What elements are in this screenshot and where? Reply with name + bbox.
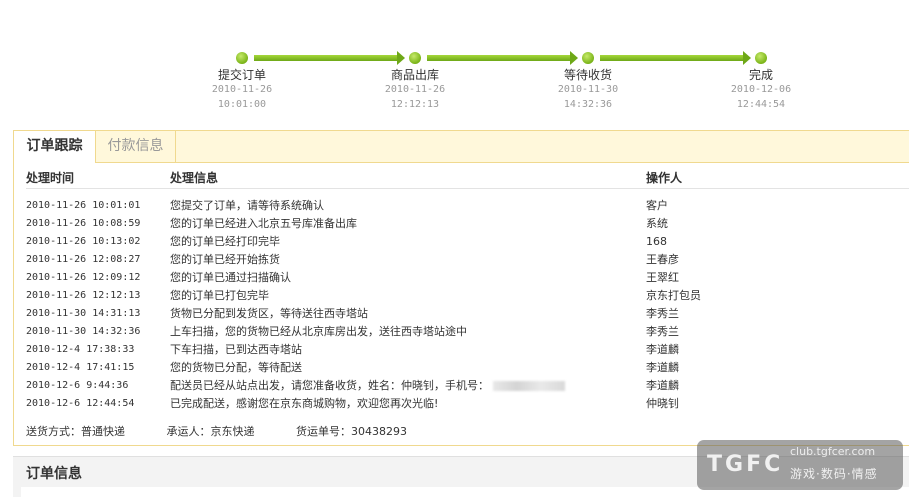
table-row: 2010-11-30 14:32:36 上车扫描，您的货物已经从北京库房出发，送… <box>26 323 906 341</box>
row-time: 2010-11-26 12:08:27 <box>26 254 141 265</box>
step-date: 2010-12-06 <box>730 84 792 95</box>
table-row: 2010-11-26 12:08:27 您的订单已经开始拣货 王春彦 <box>26 251 906 269</box>
row-operator: 系统 <box>646 217 668 230</box>
row-info: 您提交了订单，请等待系统确认 <box>170 199 324 212</box>
step-label: 商品出库 <box>390 68 439 82</box>
row-info: 您的订单已通过扫描确认 <box>170 271 291 284</box>
column-header-time: 处理时间 <box>26 171 75 185</box>
watermark-tagline: 游戏·数码·情感 <box>790 467 878 481</box>
row-time: 2010-11-26 12:09:12 <box>26 272 141 283</box>
row-time: 2010-11-30 14:31:13 <box>26 308 141 319</box>
row-info: 货物已分配到发货区，等待送往西寺塔站 <box>170 307 368 320</box>
tracking-number: 货运单号：30438293 <box>296 425 407 438</box>
tab-order-tracking[interactable]: 订单跟踪 <box>14 131 96 163</box>
row-time: 2010-11-26 10:13:02 <box>26 236 141 247</box>
row-info: 配送员已经从站点出发，请您准备收货，姓名：仲晓钊，手机号： <box>170 377 565 395</box>
step-label: 完成 <box>748 68 773 82</box>
step-label: 提交订单 <box>217 68 266 82</box>
watermark-site: club.tgfcer.com <box>790 445 876 458</box>
row-info: 您的订单已打包完毕 <box>170 289 269 302</box>
table-row: 2010-11-26 10:08:59 您的订单已经进入北京五号库准备出库 系统 <box>26 215 906 233</box>
table-row: 2010-12-6 12:44:54 已完成配送，感谢您在京东商城购物，欢迎您再… <box>26 395 906 413</box>
site-watermark: TGFC club.tgfcer.com 游戏·数码·情感 <box>697 440 903 490</box>
row-operator: 李道麟 <box>646 361 679 374</box>
shipping-method: 送货方式：普通快递 <box>26 425 125 438</box>
row-operator: 李道麟 <box>646 379 679 392</box>
step-dot-icon <box>236 52 248 64</box>
row-time: 2010-12-4 17:41:15 <box>26 362 135 373</box>
table-row: 2010-12-6 9:44:36 配送员已经从站点出发，请您准备收货，姓名：仲… <box>26 377 906 395</box>
table-row: 2010-11-26 10:01:01 您提交了订单，请等待系统确认 客户 <box>26 197 906 215</box>
step-time: 10:01:00 <box>217 99 267 110</box>
step-date: 2010-11-26 <box>384 84 446 95</box>
shipping-carrier: 承运人：京东快递 <box>166 425 255 438</box>
header-divider <box>26 188 909 189</box>
column-header-operator: 操作人 <box>646 171 683 185</box>
row-time: 2010-11-26 10:08:59 <box>26 218 141 229</box>
row-info: 您的订单已经进入北京五号库准备出库 <box>170 217 357 230</box>
row-time: 2010-12-6 9:44:36 <box>26 380 129 391</box>
row-operator: 客户 <box>646 199 668 212</box>
row-operator: 李道麟 <box>646 343 679 356</box>
step-time: 12:12:13 <box>390 99 440 110</box>
step-time: 12:44:54 <box>736 99 786 110</box>
row-operator: 王春彦 <box>646 253 679 266</box>
row-operator: 168 <box>646 235 667 248</box>
table-row: 2010-12-4 17:41:15 您的货物已分配，等待配送 李道麟 <box>26 359 906 377</box>
order-progress: 提交订单 2010-11-26 10:01:00 商品出库 2010-11-26… <box>0 0 909 120</box>
row-time: 2010-12-4 17:38:33 <box>26 344 135 355</box>
row-operator: 王翠红 <box>646 271 679 284</box>
row-time: 2010-11-30 14:32:36 <box>26 326 141 337</box>
progress-bar-2 <box>427 51 578 65</box>
step-label: 等待收货 <box>563 68 612 82</box>
table-row: 2010-11-30 14:31:13 货物已分配到发货区，等待送往西寺塔站 李… <box>26 305 906 323</box>
tgfc-logo: TGFC <box>707 452 784 477</box>
row-info: 上车扫描，您的货物已经从北京库房出发，送往西寺塔站途中 <box>170 325 467 338</box>
shipping-summary: 送货方式：普通快递 承运人：京东快递 货运单号：30438293 <box>26 423 445 439</box>
row-operator: 仲晓钊 <box>646 397 679 410</box>
order-info-title: 订单信息 <box>26 466 82 482</box>
table-row: 2010-12-4 17:38:33 下车扫描，已到达西寺塔站 李道麟 <box>26 341 906 359</box>
row-time: 2010-11-26 10:01:01 <box>26 200 141 211</box>
order-tracking-panel: 订单跟踪 付款信息 处理时间 处理信息 操作人 2010-11-26 10:01… <box>13 130 909 446</box>
step-dot-icon <box>582 52 594 64</box>
tab-payment-info[interactable]: 付款信息 <box>96 131 176 162</box>
step-dot-icon <box>409 52 421 64</box>
step-time: 14:32:36 <box>563 99 613 110</box>
row-operator: 京东打包员 <box>646 289 701 302</box>
row-info: 已完成配送，感谢您在京东商城购物，欢迎您再次光临! <box>170 397 439 410</box>
redacted-phone <box>493 381 565 391</box>
table-row: 2010-11-26 12:09:12 您的订单已通过扫描确认 王翠红 <box>26 269 906 287</box>
progress-bar-1 <box>254 51 405 65</box>
row-info: 您的订单已经打印完毕 <box>170 235 280 248</box>
row-time: 2010-11-26 12:12:13 <box>26 290 141 301</box>
progress-bar-3 <box>600 51 751 65</box>
row-info: 下车扫描，已到达西寺塔站 <box>170 343 302 356</box>
step-dot-icon <box>755 52 767 64</box>
row-time: 2010-12-6 12:44:54 <box>26 398 135 409</box>
step-date: 2010-11-30 <box>557 84 619 95</box>
row-operator: 李秀兰 <box>646 325 679 338</box>
row-info-text: 配送员已经从站点出发，请您准备收货，姓名：仲晓钊，手机号： <box>170 379 489 392</box>
column-header-info: 处理信息 <box>170 171 219 185</box>
row-info: 您的订单已经开始拣货 <box>170 253 280 266</box>
table-row: 2010-11-26 10:13:02 您的订单已经打印完毕 168 <box>26 233 906 251</box>
step-date: 2010-11-26 <box>211 84 273 95</box>
table-row: 2010-11-26 12:12:13 您的订单已打包完毕 京东打包员 <box>26 287 906 305</box>
row-info: 您的货物已分配，等待配送 <box>170 361 302 374</box>
tab-bar: 订单跟踪 付款信息 <box>14 131 909 163</box>
row-operator: 李秀兰 <box>646 307 679 320</box>
